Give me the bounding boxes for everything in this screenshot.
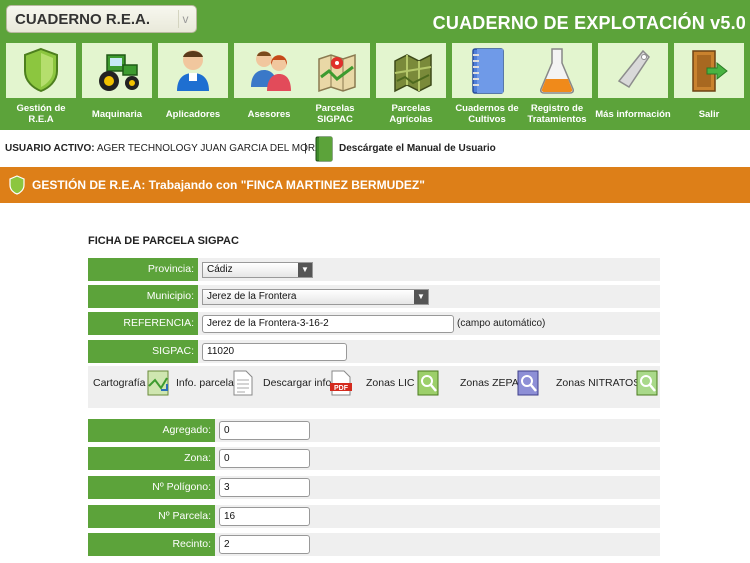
- zonas-lic-label: Zonas LIC: [366, 377, 415, 389]
- nav-label: Registro de Tratamientos: [527, 103, 587, 125]
- nav-item-parcelas-sigpac[interactable]: Parcelas SIGPAC: [297, 42, 373, 130]
- tag-icon: [617, 49, 650, 89]
- nav-item-gestion-rea[interactable]: Gestión de R.E.A: [3, 42, 79, 130]
- provincia-value: Cádiz: [207, 264, 233, 275]
- field-map-icon: [394, 53, 432, 93]
- nav-label: Más información: [595, 108, 671, 120]
- zonas-nitratos-tool[interactable]: Zonas NITRATOS: [556, 368, 658, 402]
- active-user-name: AGER TECHNOLOGY JUAN GARCIA DEL MORAL: [96, 143, 328, 154]
- map-zoom-icon: [417, 370, 439, 396]
- municipio-value: Jerez de la Frontera: [207, 291, 297, 302]
- parcela-label: Nº Parcela:: [88, 505, 215, 528]
- zonas-lic-tool[interactable]: Zonas LIC: [366, 368, 444, 402]
- nav-item-parcelas-agricolas[interactable]: Parcelas Agrícolas: [373, 42, 449, 130]
- poligono-field[interactable]: 3: [219, 478, 310, 497]
- manual-book-icon[interactable]: [314, 136, 334, 162]
- info-parcela-label: Info. parcela: [176, 377, 234, 389]
- referencia-label: REFERENCIA:: [88, 312, 198, 335]
- parcel-tools: Cartografía Info. parcela Descargar info…: [88, 366, 660, 408]
- recinto-label: Recinto:: [88, 533, 215, 556]
- tractor-icon: [99, 54, 139, 91]
- zonas-zepa-label: Zonas ZEPA: [460, 377, 519, 389]
- svg-text:PDF: PDF: [334, 385, 349, 392]
- sigpac-row: SIGPAC: 11020: [88, 340, 660, 363]
- poligono-row: Nº Polígono: 3: [88, 476, 660, 499]
- zonas-zepa-tool[interactable]: Zonas ZEPA: [460, 368, 548, 402]
- shield-icon: [9, 175, 25, 195]
- app-selector-label: CUADERNO R.E.A.: [15, 11, 151, 28]
- municipio-label: Municipio:: [88, 285, 198, 308]
- referencia-row: REFERENCIA: Jerez de la Frontera-3-16-2 …: [88, 312, 660, 335]
- referencia-field[interactable]: Jerez de la Frontera-3-16-2: [202, 315, 454, 333]
- active-user-label: USUARIO ACTIVO:: [5, 143, 95, 154]
- provincia-label: Provincia:: [88, 258, 198, 281]
- referencia-note: (campo automático): [457, 318, 546, 329]
- flask-icon: [540, 48, 574, 94]
- zona-label: Zona:: [88, 447, 215, 470]
- nav-label: Gestión de R.E.A: [16, 103, 66, 125]
- shield-icon: [24, 47, 58, 93]
- nav-label: Aplicadores: [165, 108, 221, 120]
- descargar-info-tool[interactable]: Descargar info. PDF: [263, 368, 355, 402]
- app-selector[interactable]: CUADERNO R.E.A. v: [6, 5, 197, 33]
- worker-icon: [177, 50, 209, 91]
- parcela-row: Nº Parcela: 16: [88, 505, 660, 528]
- nav-label: Asesores: [247, 108, 291, 120]
- agregado-label: Agregado:: [88, 419, 215, 442]
- nav-label: Parcelas Agrícolas: [389, 103, 433, 125]
- recinto-row: Recinto: 2: [88, 533, 660, 556]
- nav-item-aplicadores[interactable]: Aplicadores: [155, 42, 231, 130]
- cartografia-label: Cartografía: [93, 377, 146, 389]
- manual-download-link[interactable]: Descárgate el Manual de Usuario: [339, 143, 496, 154]
- poligono-label: Nº Polígono:: [88, 476, 215, 499]
- form-title: FICHA DE PARCELA SIGPAC: [88, 235, 239, 247]
- map-icon: [147, 370, 169, 396]
- chevron-down-icon[interactable]: v: [178, 10, 192, 28]
- nav-item-registro-tratamientos[interactable]: Registro de Tratamientos: [519, 42, 595, 130]
- municipio-row: Municipio: Jerez de la Frontera ▼: [88, 285, 660, 308]
- nav-label: Salir: [698, 108, 720, 120]
- nav-item-cuadernos-cultivos[interactable]: Cuadernos de Cultivos: [449, 42, 525, 130]
- people-icon: [251, 51, 291, 91]
- section-bar: GESTIÓN DE R.E.A: Trabajando con "FINCA …: [0, 167, 750, 203]
- notebook-icon: [472, 48, 504, 94]
- user-bar: USUARIO ACTIVO: AGER TECHNOLOGY JUAN GAR…: [0, 130, 750, 166]
- agregado-row: Agregado: 0: [88, 419, 660, 442]
- descargar-info-label: Descargar info.: [263, 377, 335, 389]
- sigpac-field[interactable]: 11020: [202, 343, 347, 361]
- app-header: CUADERNO R.E.A. v CUADERNO DE EXPLOTACIÓ…: [0, 0, 750, 42]
- zona-field[interactable]: 0: [219, 449, 310, 468]
- zonas-nitratos-label: Zonas NITRATOS: [556, 377, 641, 389]
- nav-label: Cuadernos de Cultivos: [455, 103, 519, 125]
- map-icon: [318, 53, 356, 93]
- agregado-field[interactable]: 0: [219, 421, 310, 440]
- nav-item-mas-informacion[interactable]: Más información: [595, 42, 671, 130]
- pdf-icon: PDF: [330, 370, 352, 396]
- zona-row: Zona: 0: [88, 447, 660, 470]
- info-parcela-tool[interactable]: Info. parcela: [176, 368, 258, 402]
- nav-item-salir[interactable]: Salir: [671, 42, 747, 130]
- nav-label: Maquinaria: [91, 108, 143, 120]
- app-title: CUADERNO DE EXPLOTACIÓN v5.0: [432, 13, 746, 33]
- provincia-row: Provincia: Cádiz ▼: [88, 258, 660, 281]
- exit-door-icon: [692, 50, 728, 92]
- separator: |: [304, 142, 307, 154]
- main-nav: Gestión de R.E.A Maquinaria Aplicadores …: [0, 42, 750, 130]
- section-title: GESTIÓN DE R.E.A: Trabajando con "FINCA …: [32, 178, 425, 192]
- document-icon: [233, 370, 253, 396]
- nav-item-asesores[interactable]: Asesores: [231, 42, 307, 130]
- cartografia-tool[interactable]: Cartografía: [93, 368, 173, 402]
- recinto-field[interactable]: 2: [219, 535, 310, 554]
- map-zoom-icon: [517, 370, 539, 396]
- active-user: USUARIO ACTIVO: AGER TECHNOLOGY JUAN GAR…: [5, 143, 327, 154]
- chevron-down-icon[interactable]: ▼: [298, 263, 312, 277]
- nav-label: Parcelas SIGPAC: [315, 103, 355, 125]
- municipio-select[interactable]: Jerez de la Frontera ▼: [202, 289, 429, 305]
- nav-item-maquinaria[interactable]: Maquinaria: [79, 42, 155, 130]
- sigpac-label: SIGPAC:: [88, 340, 198, 363]
- chevron-down-icon[interactable]: ▼: [414, 290, 428, 304]
- parcela-field[interactable]: 16: [219, 507, 310, 526]
- map-zoom-icon: [636, 370, 658, 396]
- provincia-select[interactable]: Cádiz ▼: [202, 262, 313, 278]
